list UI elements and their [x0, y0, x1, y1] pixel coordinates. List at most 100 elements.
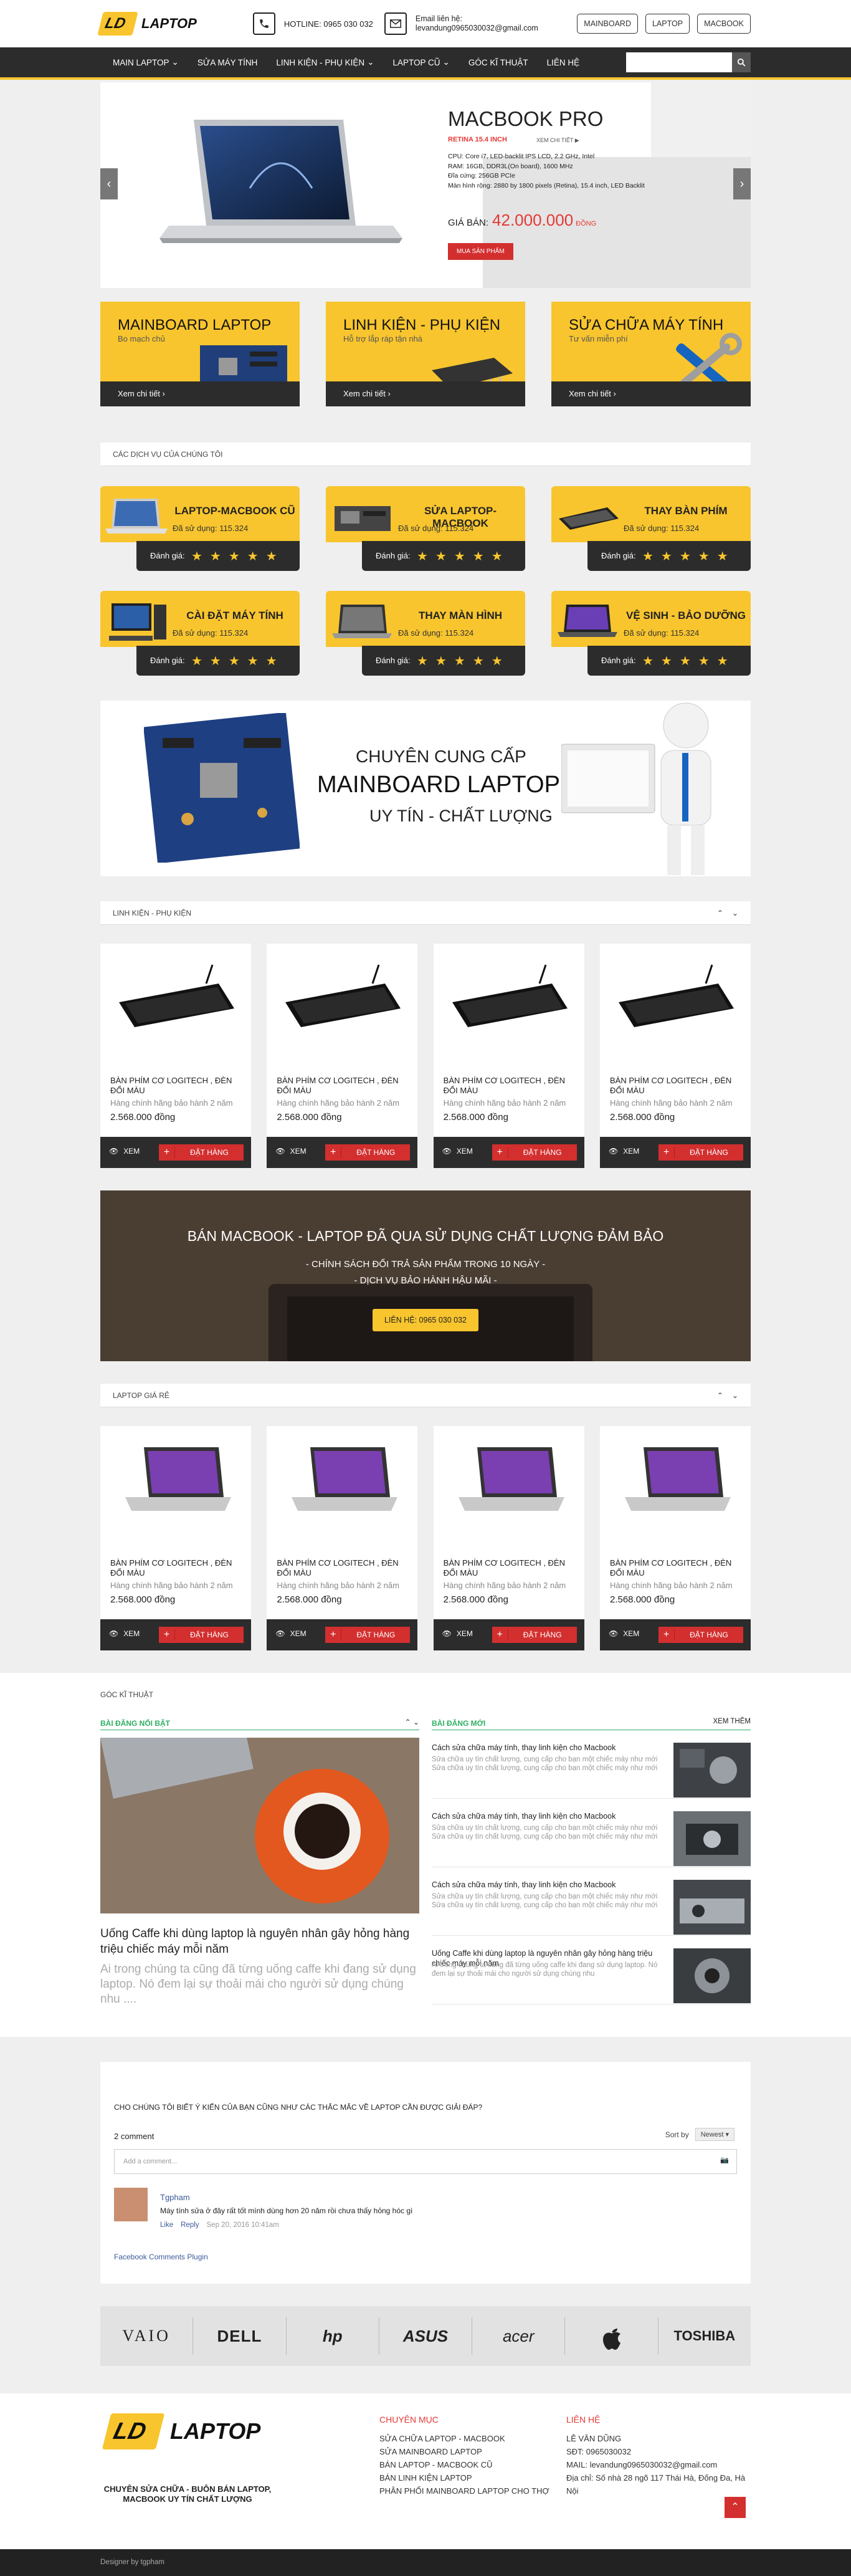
mainboard-button[interactable]: MAINBOARD	[577, 14, 638, 34]
star-icon: ★★★★★	[642, 550, 736, 563]
contact-button[interactable]: LIÊN HỆ: 0965 030 032	[373, 1309, 478, 1331]
brand-toshiba[interactable]: TOSHIBA	[658, 2317, 751, 2355]
see-more-link[interactable]: XEM THÊM	[713, 1718, 751, 1725]
phone-icon	[252, 12, 275, 35]
back-to-top-button[interactable]: ⌃	[725, 2497, 746, 2518]
view-button[interactable]: 👁 XEM	[609, 1629, 639, 1638]
featured-title[interactable]: Uống Caffe khi dùng laptop là nguyên nhâ…	[100, 1926, 419, 1957]
reply-link[interactable]: Reply	[181, 2221, 199, 2229]
sort-select[interactable]: Newest ▾	[695, 2128, 735, 2141]
avatar[interactable]	[114, 2188, 148, 2221]
view-button[interactable]: 👁 XEM	[275, 1629, 306, 1638]
service-card[interactable]: CÀI ĐẶT MÁY TÍNH Đã sử dụng: 115.324 Đán…	[100, 591, 300, 676]
macbook-button[interactable]: MACBOOK	[697, 14, 751, 34]
order-button[interactable]: + ĐẶT HÀNG	[325, 1627, 411, 1643]
view-button[interactable]: 👁 XEM	[109, 1147, 140, 1156]
email-link[interactable]: levandung0965030032@gmail.com	[416, 24, 538, 33]
brand-asus[interactable]: ASUS	[379, 2317, 473, 2355]
service-card[interactable]: LAPTOP-MACBOOK CŨ Đã sử dụng: 115.324 Đá…	[100, 486, 300, 571]
chevron-down-icon[interactable]: ⌄	[413, 1718, 419, 1726]
nav-item-sua-may-tinh[interactable]: SỬA MÁY TÍNH	[197, 58, 258, 67]
product-warranty: Hàng chính hãng bảo hành 2 năm	[277, 1098, 399, 1108]
chevron-up-icon[interactable]: ⌃	[405, 1718, 411, 1726]
order-button[interactable]: + ĐẶT HÀNG	[325, 1144, 411, 1161]
brand-apple[interactable]	[565, 2317, 658, 2355]
chevron-up-icon[interactable]: ⌃	[717, 1391, 723, 1400]
order-button[interactable]: + ĐẶT HÀNG	[159, 1144, 244, 1161]
buy-button[interactable]: MUA SẢN PHẨM	[448, 243, 513, 260]
banner-link[interactable]: Xem chi tiết ›	[326, 381, 525, 406]
product-card[interactable]: BÀN PHÍM CƠ LOGITECH , ĐÈN ĐỔI MÀU Hàng …	[599, 1426, 751, 1650]
chevron-down-icon[interactable]: ⌄	[732, 909, 738, 917]
order-button[interactable]: + ĐẶT HÀNG	[658, 1144, 743, 1161]
footer-link[interactable]: BÁN LINH KIỆN LAPTOP	[379, 2471, 549, 2484]
laptop-image	[105, 499, 168, 534]
footer-link[interactable]: SỬA MAINBOARD LAPTOP	[379, 2445, 549, 2458]
search-input[interactable]	[626, 52, 732, 72]
news-item[interactable]: Cách sửa chữa máy tính, thay linh kiện c…	[432, 1799, 751, 1867]
slider-prev-button[interactable]: ‹	[100, 168, 118, 199]
banner-link[interactable]: Xem chi tiết ›	[100, 381, 300, 406]
view-button[interactable]: 👁 XEM	[442, 1629, 473, 1638]
news-item[interactable]: Uống Caffe khi dùng laptop là nguyên nhâ…	[432, 1936, 751, 2004]
service-card[interactable]: VỆ SINH - BẢO DƯỠNG Đã sử dụng: 115.324 …	[551, 591, 751, 676]
nav-item-main-laptop[interactable]: MAIN LAPTOP ⌄	[113, 57, 179, 67]
slide-detail-link[interactable]: XEM CHI TIẾT ▶	[536, 137, 579, 144]
product-card[interactable]: BÀN PHÍM CƠ LOGITECH , ĐÈN ĐỔI MÀU Hàng …	[267, 1426, 418, 1650]
order-button[interactable]: + ĐẶT HÀNG	[492, 1627, 577, 1643]
footer-link[interactable]: PHÂN PHỐI MAINBOARD LAPTOP CHO THỢ	[379, 2484, 549, 2497]
nav-item-linh-kien[interactable]: LINH KIỆN - PHỤ KIỆN ⌄	[276, 57, 374, 67]
service-card[interactable]: THAY MÀN HÌNH Đã sử dụng: 115.324 Đánh g…	[326, 591, 525, 676]
product-card[interactable]: BÀN PHÍM CƠ LOGITECH , ĐÈN ĐỔI MÀU Hàng …	[433, 1426, 584, 1650]
brand-acer[interactable]: acer	[472, 2317, 566, 2355]
search-button[interactable]	[732, 52, 751, 72]
view-button[interactable]: 👁 XEM	[275, 1147, 306, 1156]
product-price: 2.568.000 đồng	[609, 1594, 675, 1605]
product-card[interactable]: BÀN PHÍM CƠ LOGITECH , ĐÈN ĐỔI MÀU Hàng …	[100, 1426, 251, 1650]
order-button[interactable]: + ĐẶT HÀNG	[492, 1144, 577, 1161]
banner-link[interactable]: Xem chi tiết ›	[551, 381, 751, 406]
camera-icon[interactable]: 📷	[720, 2156, 729, 2164]
brand-hp[interactable]: hp	[287, 2317, 379, 2355]
like-link[interactable]: Like	[160, 2221, 173, 2229]
chevron-up-icon[interactable]: ⌃	[717, 909, 723, 917]
product-card[interactable]: BÀN PHÍM CƠ LOGITECH , ĐÈN ĐỔI MÀU Hàng …	[599, 944, 751, 1168]
news-title: Cách sửa chữa máy tính, thay linh kiện c…	[432, 1743, 616, 1752]
banner-mainboard[interactable]: MAINBOARD LAPTOP Bo mạch chủ Xem chi tiế…	[100, 302, 300, 406]
banner-sua-chua[interactable]: SỬA CHỮA MÁY TÍNH Tư vấn miễn phí Xem ch…	[551, 302, 751, 406]
product-card[interactable]: BÀN PHÍM CƠ LOGITECH , ĐÈN ĐỔI MÀU Hàng …	[433, 944, 584, 1168]
logo[interactable]: LD LAPTOP	[97, 12, 197, 36]
nav-label: SỬA MÁY TÍNH	[197, 57, 258, 67]
chevron-down-icon[interactable]: ⌄	[732, 1391, 738, 1400]
repair-image	[335, 506, 391, 531]
footer-logo[interactable]: LD LAPTOP	[102, 2413, 260, 2449]
view-button[interactable]: 👁 XEM	[442, 1147, 473, 1156]
order-button[interactable]: + ĐẶT HÀNG	[159, 1627, 244, 1643]
nav-item-goc-ki-thuat[interactable]: GÓC KĨ THUẬT	[468, 58, 528, 67]
service-card[interactable]: THAY BÀN PHÍM Đã sử dụng: 115.324 Đánh g…	[551, 486, 751, 571]
order-button[interactable]: + ĐẶT HÀNG	[658, 1627, 743, 1643]
brand-vaio[interactable]: VAIO	[100, 2317, 194, 2355]
service-card[interactable]: SỬA LAPTOP-MACBOOK Đã sử dụng: 115.324 Đ…	[326, 486, 525, 571]
brand-dell[interactable]: DELL	[193, 2317, 287, 2355]
coffee-image[interactable]	[100, 1738, 419, 1913]
news-item[interactable]: Cách sửa chữa máy tính, thay linh kiện c…	[432, 1867, 751, 1936]
comment-author[interactable]: Tgpham	[160, 2193, 190, 2202]
mainboard-ad-banner[interactable]: CHUYÊN CUNG CẤP MAINBOARD LAPTOP UY TÍN …	[100, 701, 751, 876]
footer-link[interactable]: SỬA CHỮA LAPTOP - MACBOOK	[379, 2432, 549, 2445]
laptop-button[interactable]: LAPTOP	[645, 14, 690, 34]
add-comment-input[interactable]: Add a comment... 📷	[114, 2149, 737, 2174]
product-card[interactable]: BÀN PHÍM CƠ LOGITECH , ĐÈN ĐỔI MÀU Hàng …	[267, 944, 418, 1168]
news-item[interactable]: Cách sửa chữa máy tính, thay linh kiện c…	[432, 1730, 751, 1799]
banner-linh-kien[interactable]: LINH KIỆN - PHỤ KIỆN Hỗ trợ lắp ráp tận …	[326, 302, 525, 406]
banner-link-text: Xem chi tiết	[569, 389, 611, 398]
footer-link[interactable]: BÁN LAPTOP - MACBOOK CŨ	[379, 2458, 549, 2471]
facebook-plugin-link[interactable]: Facebook Comments Plugin	[114, 2253, 208, 2261]
view-button[interactable]: 👁 XEM	[109, 1629, 140, 1638]
view-button[interactable]: 👁 XEM	[609, 1147, 639, 1156]
slider-next-button[interactable]: ›	[733, 168, 751, 199]
rating-label: Đánh giá:	[601, 656, 636, 665]
nav-item-laptop-cu[interactable]: LAPTOP CŨ ⌄	[393, 57, 450, 67]
product-card[interactable]: BÀN PHÍM CƠ LOGITECH , ĐÈN ĐỔI MÀU Hàng …	[100, 944, 251, 1168]
nav-item-lien-he[interactable]: LIÊN HỆ	[547, 58, 580, 67]
